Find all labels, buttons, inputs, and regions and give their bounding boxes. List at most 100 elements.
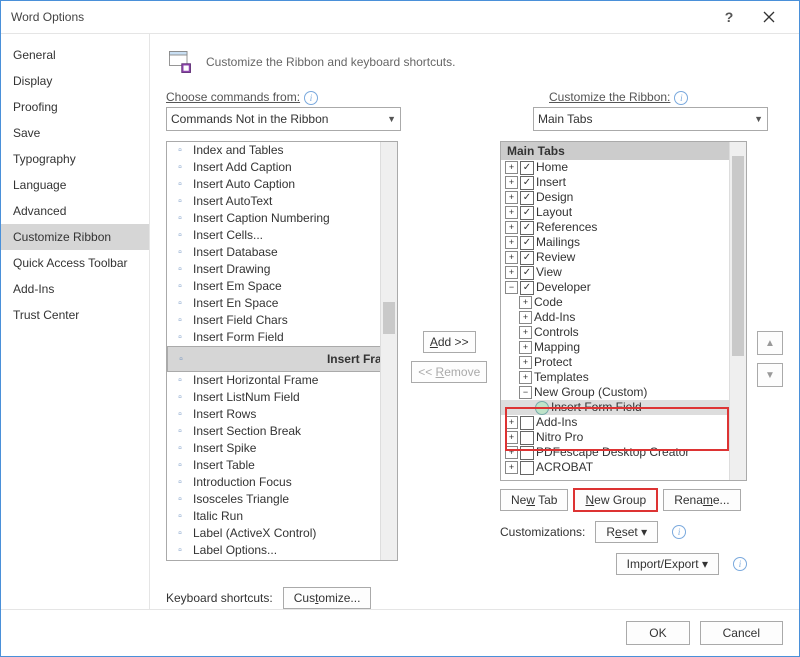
- expand-icon[interactable]: +: [505, 461, 518, 474]
- expand-icon[interactable]: +: [505, 236, 518, 249]
- tree-node[interactable]: +ACROBAT: [501, 460, 730, 475]
- expand-icon[interactable]: +: [505, 161, 518, 174]
- command-item[interactable]: ▫Insert Form Field: [167, 329, 381, 346]
- sidebar-item-language[interactable]: Language: [1, 172, 149, 198]
- checkbox[interactable]: [520, 416, 534, 430]
- checkbox[interactable]: ✓: [520, 176, 534, 190]
- expand-icon[interactable]: +: [519, 356, 532, 369]
- expand-icon[interactable]: +: [505, 446, 518, 459]
- scrollbar[interactable]: [729, 142, 746, 480]
- move-down-button[interactable]: ▼: [757, 363, 783, 387]
- sidebar-item-addins[interactable]: Add-Ins: [1, 276, 149, 302]
- expand-icon[interactable]: +: [505, 191, 518, 204]
- checkbox[interactable]: ✓: [520, 206, 534, 220]
- tree-node[interactable]: +Controls: [501, 325, 730, 340]
- checkbox[interactable]: [520, 431, 534, 445]
- command-item[interactable]: ▫Insert Section Break: [167, 423, 381, 440]
- command-item[interactable]: ▫Index and Tables: [167, 142, 381, 159]
- tree-node[interactable]: +✓References: [501, 220, 730, 235]
- choose-commands-dropdown[interactable]: Commands Not in the Ribbon▼: [166, 107, 401, 131]
- tree-node[interactable]: +✓Review: [501, 250, 730, 265]
- tree-node[interactable]: +Add-Ins: [501, 415, 730, 430]
- command-item[interactable]: ▫Italic Run: [167, 508, 381, 525]
- sidebar-item-trust-center[interactable]: Trust Center: [1, 302, 149, 328]
- expand-icon[interactable]: +: [505, 221, 518, 234]
- add-button[interactable]: Add >>: [423, 331, 476, 353]
- tree-node[interactable]: +Add-Ins: [501, 310, 730, 325]
- close-button[interactable]: [749, 3, 789, 31]
- sidebar-item-qat[interactable]: Quick Access Toolbar: [1, 250, 149, 276]
- sidebar-item-proofing[interactable]: Proofing: [1, 94, 149, 120]
- command-item[interactable]: ▫Label (ActiveX Control): [167, 525, 381, 542]
- expand-icon[interactable]: −: [505, 281, 518, 294]
- command-item[interactable]: ▫Isosceles Triangle: [167, 491, 381, 508]
- new-group-button[interactable]: New Group: [574, 489, 657, 511]
- command-item[interactable]: ▫Insert Frame: [167, 346, 381, 372]
- expand-icon[interactable]: +: [519, 341, 532, 354]
- customize-ribbon-dropdown[interactable]: Main Tabs▼: [533, 107, 768, 131]
- command-item[interactable]: ▫Label Options...: [167, 542, 381, 559]
- commands-listbox[interactable]: ▫Index and Tables▫Insert Add Caption▫Ins…: [166, 141, 398, 561]
- move-up-button[interactable]: ▲: [757, 331, 783, 355]
- command-item[interactable]: ▫Insert En Space: [167, 295, 381, 312]
- sidebar-item-save[interactable]: Save: [1, 120, 149, 146]
- checkbox[interactable]: ✓: [520, 191, 534, 205]
- new-tab-button[interactable]: New Tab: [500, 489, 568, 511]
- command-item[interactable]: ▫Insert Drawing: [167, 261, 381, 278]
- tree-node[interactable]: +✓Insert: [501, 175, 730, 190]
- cancel-button[interactable]: Cancel: [700, 621, 783, 645]
- expand-icon[interactable]: +: [505, 416, 518, 429]
- tree-node[interactable]: +Protect: [501, 355, 730, 370]
- checkbox[interactable]: ✓: [520, 161, 534, 175]
- expand-icon[interactable]: +: [519, 311, 532, 324]
- command-item[interactable]: ▫Insert Horizontal Frame: [167, 372, 381, 389]
- expand-icon[interactable]: −: [519, 386, 532, 399]
- sidebar-item-general[interactable]: General: [1, 42, 149, 68]
- tree-node[interactable]: +PDFescape Desktop Creator: [501, 445, 730, 460]
- expand-icon[interactable]: +: [505, 176, 518, 189]
- tree-node[interactable]: +Mapping: [501, 340, 730, 355]
- command-item[interactable]: ▫Insert Auto Caption: [167, 176, 381, 193]
- ribbon-tree[interactable]: Main Tabs+✓Home+✓Insert+✓Design+✓Layout+…: [500, 141, 747, 481]
- tree-node[interactable]: +Templates: [501, 370, 730, 385]
- checkbox[interactable]: [520, 461, 534, 475]
- checkbox[interactable]: ✓: [520, 266, 534, 280]
- tree-node[interactable]: +✓Design: [501, 190, 730, 205]
- remove-button[interactable]: << Remove: [411, 361, 487, 383]
- command-item[interactable]: ▫Insert Database: [167, 244, 381, 261]
- checkbox[interactable]: ✓: [520, 221, 534, 235]
- command-item[interactable]: ▫Insert AutoText: [167, 193, 381, 210]
- tree-node[interactable]: +✓Mailings: [501, 235, 730, 250]
- tree-node[interactable]: +✓View: [501, 265, 730, 280]
- tree-node[interactable]: +Nitro Pro: [501, 430, 730, 445]
- command-item[interactable]: ▫Insert Table: [167, 457, 381, 474]
- tree-node[interactable]: +✓Layout: [501, 205, 730, 220]
- expand-icon[interactable]: +: [505, 206, 518, 219]
- info-icon[interactable]: i: [304, 91, 318, 105]
- tree-node[interactable]: −✓Developer: [501, 280, 730, 295]
- tree-node[interactable]: +Code: [501, 295, 730, 310]
- command-item[interactable]: ▫Insert Spike: [167, 440, 381, 457]
- expand-icon[interactable]: +: [505, 431, 518, 444]
- checkbox[interactable]: ✓: [520, 251, 534, 265]
- checkbox[interactable]: ✓: [520, 281, 534, 295]
- info-icon[interactable]: i: [674, 91, 688, 105]
- command-item[interactable]: ▫Introduction Focus: [167, 474, 381, 491]
- expand-icon[interactable]: +: [519, 371, 532, 384]
- expand-icon[interactable]: +: [505, 251, 518, 264]
- command-item[interactable]: ▫Insert Em Space: [167, 278, 381, 295]
- info-icon[interactable]: i: [672, 525, 686, 539]
- tree-node[interactable]: Insert Form Field: [501, 400, 730, 415]
- sidebar-item-typography[interactable]: Typography: [1, 146, 149, 172]
- help-button[interactable]: ?: [709, 3, 749, 31]
- sidebar-item-customize-ribbon[interactable]: Customize Ribbon: [1, 224, 149, 250]
- sidebar-item-display[interactable]: Display: [1, 68, 149, 94]
- reset-button[interactable]: Reset ▾: [595, 521, 658, 543]
- command-item[interactable]: ▫Language: [167, 559, 381, 560]
- expand-icon[interactable]: +: [505, 266, 518, 279]
- import-export-button[interactable]: Import/Export ▾: [616, 553, 719, 575]
- checkbox[interactable]: ✓: [520, 236, 534, 250]
- sidebar-item-advanced[interactable]: Advanced: [1, 198, 149, 224]
- command-item[interactable]: ▫Insert Caption Numbering: [167, 210, 381, 227]
- customize-shortcuts-button[interactable]: Customize...: [283, 587, 372, 609]
